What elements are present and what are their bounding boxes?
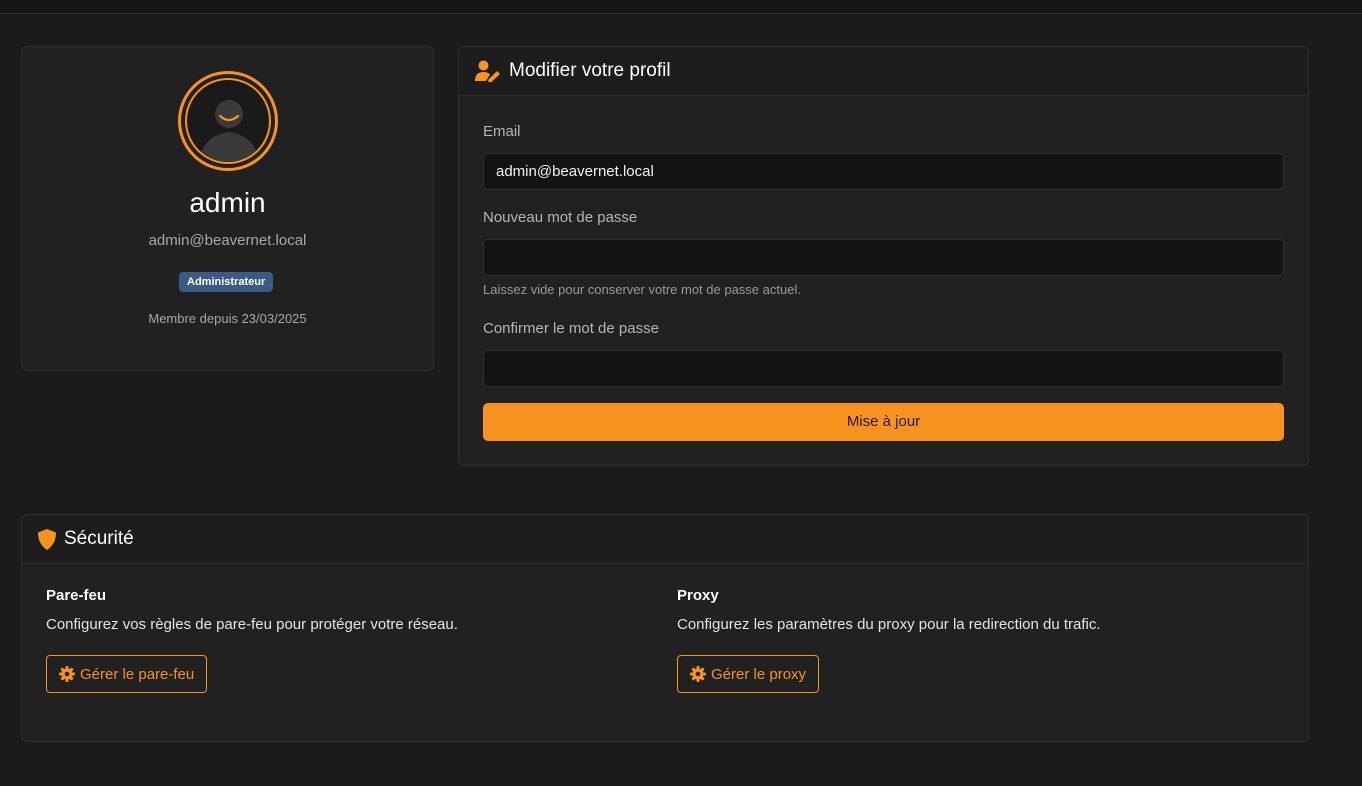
gear-icon: [690, 666, 706, 682]
profile-email: admin@beavernet.local: [148, 232, 307, 249]
avatar: [178, 71, 278, 171]
shield-icon: [38, 528, 56, 550]
profile-summary-card: admin admin@beavernet.local Administrate…: [21, 46, 434, 371]
manage-firewall-label: Gérer le pare-feu: [80, 665, 195, 683]
security-title: Sécurité: [64, 528, 134, 549]
role-badge: Administrateur: [179, 272, 274, 292]
email-label: Email: [483, 123, 521, 140]
confirm-password-label: Confirmer le mot de passe: [483, 320, 659, 337]
confirm-password-field[interactable]: [483, 350, 1284, 387]
proxy-description: Configurez les paramètres du proxy pour …: [677, 616, 1101, 633]
edit-profile-card: Modifier votre profil Email Nouveau mot …: [458, 46, 1309, 466]
firewall-section: Pare-feu Configurez vos règles de pare-f…: [46, 587, 458, 633]
edit-profile-header: Modifier votre profil: [459, 47, 1308, 96]
user-edit-icon: [475, 60, 501, 82]
member-since: Membre depuis 23/03/2025: [148, 311, 307, 326]
new-password-label: Nouveau mot de passe: [483, 209, 638, 226]
security-card: Sécurité Pare-feu Configurez vos règles …: [21, 514, 1309, 742]
user-avatar-icon: [185, 78, 271, 164]
email-field[interactable]: [483, 153, 1284, 190]
security-header: Sécurité: [22, 515, 1308, 564]
firewall-title: Pare-feu: [46, 587, 107, 604]
proxy-title: Proxy: [677, 587, 719, 604]
update-button[interactable]: Mise à jour: [483, 403, 1284, 441]
gear-icon: [59, 666, 75, 682]
proxy-section: Proxy Configurez les paramètres du proxy…: [677, 587, 1101, 633]
top-navbar: [0, 0, 1362, 14]
new-password-field[interactable]: [483, 239, 1284, 276]
firewall-description: Configurez vos règles de pare-feu pour p…: [46, 616, 458, 633]
profile-username: admin: [189, 187, 266, 218]
manage-firewall-button[interactable]: Gérer le pare-feu: [46, 655, 208, 693]
new-password-help: Laissez vide pour conserver votre mot de…: [483, 282, 801, 297]
manage-proxy-label: Gérer le proxy: [711, 665, 807, 683]
edit-profile-title: Modifier votre profil: [509, 60, 671, 81]
manage-proxy-button[interactable]: Gérer le proxy: [677, 655, 820, 693]
